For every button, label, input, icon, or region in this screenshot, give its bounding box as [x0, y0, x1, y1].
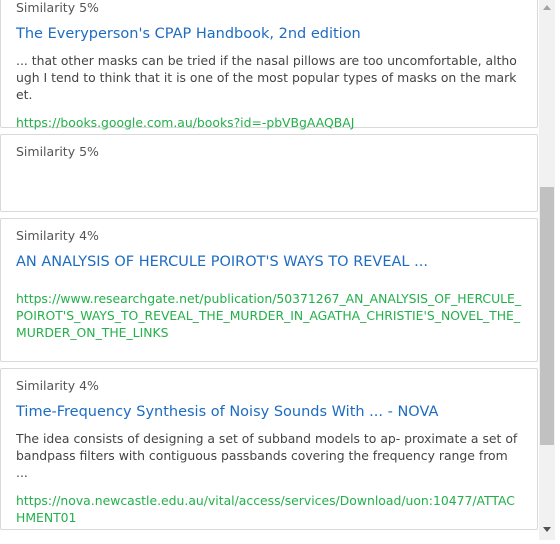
- vertical-scrollbar[interactable]: [539, 0, 555, 540]
- result-card: Similarity 4% Time-Frequency Synthesis o…: [0, 368, 538, 530]
- results-panel: Similarity 5% The Everyperson's CPAP Han…: [0, 0, 560, 544]
- similarity-label: Similarity 5%: [16, 144, 99, 159]
- result-card: Similarity 5%: [0, 134, 538, 212]
- result-title-link[interactable]: AN ANALYSIS OF HERCULE POIROT'S WAYS TO …: [16, 252, 523, 272]
- result-url-link[interactable]: https://www.researchgate.net/publication…: [16, 290, 523, 341]
- results-list: Similarity 5% The Everyperson's CPAP Han…: [0, 0, 538, 536]
- result-snippet: The idea consists of designing a set of …: [16, 431, 518, 480]
- result-url-link[interactable]: https://nova.newcastle.edu.au/vital/acce…: [16, 492, 523, 526]
- result-snippet: ... that other masks can be tried if the…: [16, 53, 517, 102]
- result-url-link[interactable]: https://books.google.com.au/books?id=-pb…: [16, 114, 523, 131]
- result-card: Similarity 5% The Everyperson's CPAP Han…: [0, 0, 538, 131]
- similarity-label: Similarity 4%: [16, 228, 99, 243]
- similarity-label: Similarity 4%: [16, 378, 99, 393]
- similarity-label: Similarity 5%: [16, 0, 99, 15]
- result-title-link[interactable]: Time-Frequency Synthesis of Noisy Sounds…: [16, 402, 523, 422]
- result-title-link[interactable]: The Everyperson's CPAP Handbook, 2nd edi…: [16, 24, 523, 44]
- scroll-up-arrow-icon[interactable]: [539, 0, 555, 16]
- scroll-down-arrow-icon[interactable]: [539, 522, 555, 538]
- result-card: Similarity 4% AN ANALYSIS OF HERCULE POI…: [0, 218, 538, 362]
- scrollbar-thumb[interactable]: [540, 187, 554, 445]
